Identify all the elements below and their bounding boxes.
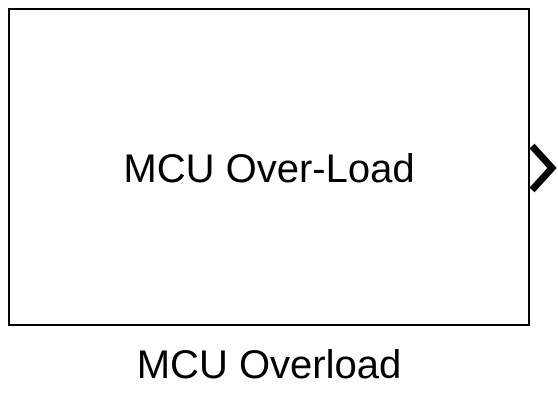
block-name[interactable]: MCU Overload <box>0 342 538 388</box>
output-port-chevron-right-icon[interactable] <box>528 140 558 196</box>
subsystem-block[interactable]: MCU Over-Load <box>8 8 530 326</box>
block-label: MCU Over-Load <box>123 147 415 191</box>
